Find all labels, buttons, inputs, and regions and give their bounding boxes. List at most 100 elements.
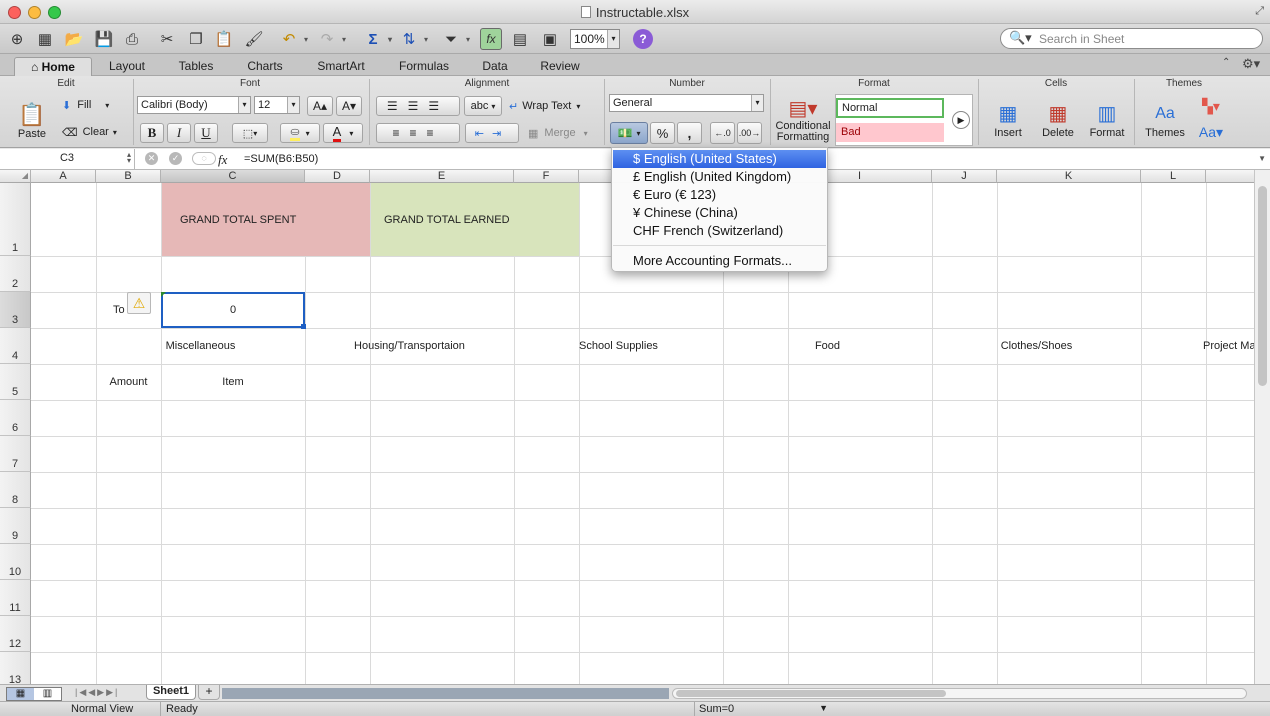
cell-d4-housing[interactable]: Housing/Transportaion (305, 328, 514, 364)
tab-charts[interactable]: Charts (234, 57, 296, 76)
cell-b5-amount[interactable]: Amount (96, 364, 161, 400)
scroll-thumb[interactable] (1258, 186, 1267, 386)
media-browser-icon[interactable]: ▣ (539, 28, 561, 50)
row-header-2[interactable]: 2 (0, 256, 31, 292)
scroll-thumb[interactable] (676, 690, 946, 697)
column-header-k[interactable]: K (997, 170, 1141, 183)
theme-colors-button[interactable]: ▚▾ (1196, 96, 1226, 116)
cell-j4-clothes[interactable]: Clothes/Shoes (932, 328, 1141, 364)
format-painter-icon[interactable]: 🖌 (243, 28, 265, 50)
delete-button[interactable]: ▦ Delete (1036, 94, 1080, 146)
percent-style-button[interactable]: % (650, 122, 675, 144)
tab-tables[interactable]: Tables (166, 57, 226, 76)
menu-item-eur[interactable]: € Euro (€ 123) (613, 186, 826, 204)
expand-formula-icon[interactable]: ▼ (1258, 154, 1266, 163)
save-icon[interactable]: 💾 (93, 28, 115, 50)
gear-icon[interactable]: ⚙▾ (1242, 56, 1260, 72)
toolbox-icon[interactable]: ▤ (509, 28, 531, 50)
row-header-6[interactable]: 6 (0, 400, 31, 436)
autosum-icon[interactable]: Σ (362, 28, 392, 50)
menu-item-cny[interactable]: ¥ Chinese (China) (613, 204, 826, 222)
style-bad[interactable]: Bad (836, 123, 944, 142)
collapse-ribbon-icon[interactable]: ⌃ (1222, 57, 1230, 68)
fill-button[interactable]: ⬇ Fill ▾ (62, 96, 109, 114)
select-all-corner[interactable]: ◢ (0, 170, 31, 183)
name-box[interactable]: C3 ▴ ▾ (0, 149, 135, 169)
increase-font-size-button[interactable]: A▴ (307, 96, 333, 116)
menu-item-more-formats[interactable]: More Accounting Formats... (613, 252, 826, 270)
horizontal-align-buttons[interactable]: ≡≡≡ (376, 123, 460, 143)
italic-button[interactable]: I (167, 123, 191, 143)
row-header-7[interactable]: 7 (0, 436, 31, 472)
row-header-5[interactable]: 5 (0, 364, 31, 400)
horizontal-scrollbar[interactable] (672, 688, 1247, 699)
tab-review[interactable]: Review (528, 57, 592, 76)
formula-input[interactable]: =SUM(B6:B50) (244, 153, 318, 165)
cell-h4-food[interactable]: Food (723, 328, 932, 364)
menu-item-chf[interactable]: CHF French (Switzerland) (613, 222, 826, 240)
tab-formulas[interactable]: Formulas (386, 57, 462, 76)
tab-home[interactable]: ⌂ Home (14, 57, 92, 76)
comma-style-button[interactable]: , (677, 122, 702, 144)
tab-data[interactable]: Data (470, 57, 520, 76)
row-header-10[interactable]: 10 (0, 544, 31, 580)
error-warning-icon[interactable]: ⚠ (127, 292, 151, 314)
formula-builder-icon[interactable]: fx (480, 28, 502, 50)
menu-item-usd[interactable]: $ English (United States) (613, 150, 826, 168)
column-header-j[interactable]: J (932, 170, 997, 183)
bold-button[interactable]: B (140, 123, 164, 143)
fill-color-button[interactable]: ⛀ ▾ (280, 123, 320, 143)
cell-b3[interactable]: To (113, 292, 125, 328)
theme-fonts-button[interactable]: Aa▾ (1196, 122, 1226, 142)
sum-indicator[interactable]: Sum=0 ▼ (694, 702, 834, 716)
fullscreen-icon[interactable]: ⤢ (1255, 5, 1264, 18)
cell-l4-project[interactable]: Project Ma (1203, 328, 1254, 364)
row-header-4[interactable]: 4 (0, 328, 31, 364)
font-name-select[interactable]: Calibri (Body) ▾ (137, 96, 251, 114)
column-header-c[interactable]: C (161, 170, 305, 183)
copy-icon[interactable]: ❐ (185, 28, 207, 50)
row-header-9[interactable]: 9 (0, 508, 31, 544)
cell-c5-item[interactable]: Item (161, 364, 305, 400)
vertical-align-buttons[interactable]: ☰☰☰ (376, 96, 460, 116)
filter-icon[interactable]: ⏷ (440, 28, 470, 50)
view-toggle[interactable]: ▦ ▥ (6, 687, 62, 701)
accounting-format-button[interactable]: 💵 ▾ (610, 122, 648, 144)
themes-button[interactable]: Aa Themes (1142, 94, 1188, 146)
undo-icon[interactable]: ↶ (278, 28, 308, 50)
row-header-3[interactable]: 3 (0, 292, 31, 328)
borders-button[interactable]: ⬚ ▾ (232, 123, 268, 143)
sort-icon[interactable]: ⇅ (398, 28, 428, 50)
font-size-select[interactable]: 12 ▾ (254, 96, 300, 114)
font-color-button[interactable]: A ▾ (323, 123, 363, 143)
style-normal[interactable]: Normal (836, 98, 944, 118)
insert-function-button[interactable]: fx (218, 152, 227, 168)
search-input[interactable]: 🔍▾ Search in Sheet (1000, 28, 1263, 49)
column-header-l[interactable]: L (1141, 170, 1206, 183)
indent-buttons[interactable]: ⇤⇥ (465, 123, 519, 143)
page-layout-view-icon[interactable]: ▥ (34, 688, 61, 700)
cell-b4-miscellaneous[interactable]: Miscellaneous (96, 328, 305, 364)
cell-c1-grand-total-spent[interactable]: GRAND TOTAL SPENT (161, 183, 370, 256)
cell-e1-grand-total-earned[interactable]: GRAND TOTAL EARNED (370, 183, 579, 256)
column-header-d[interactable]: D (305, 170, 370, 183)
sheet-tab-sheet1[interactable]: Sheet1 (146, 685, 196, 700)
open-icon[interactable]: 📂 (63, 28, 85, 50)
underline-button[interactable]: U (194, 123, 218, 143)
cancel-icon[interactable]: ✕ (145, 152, 158, 165)
add-sheet-button[interactable]: + (198, 685, 220, 700)
enter-icon[interactable]: ✓ (169, 152, 182, 165)
vertical-scrollbar[interactable] (1254, 170, 1270, 684)
normal-view-icon[interactable]: ▦ (7, 688, 34, 700)
paste-button[interactable]: 📋 Paste (10, 96, 54, 146)
clear-button[interactable]: ⌫ Clear ▾ (62, 123, 117, 141)
redo-icon[interactable]: ↷ (316, 28, 346, 50)
zoom-select[interactable]: 100% ▾ (570, 29, 620, 49)
cell-f4-school-supplies[interactable]: School Supplies (514, 328, 723, 364)
insert-button[interactable]: ▦ Insert (986, 94, 1030, 146)
print-icon[interactable]: ⎙ (121, 28, 143, 50)
column-header-e[interactable]: E (370, 170, 514, 183)
gallery-icon[interactable]: ▦ (34, 28, 56, 50)
decrease-decimal-button[interactable]: .00→ (737, 122, 762, 144)
conditional-formatting-button[interactable]: ▤▾ Conditional Formatting (774, 94, 832, 146)
